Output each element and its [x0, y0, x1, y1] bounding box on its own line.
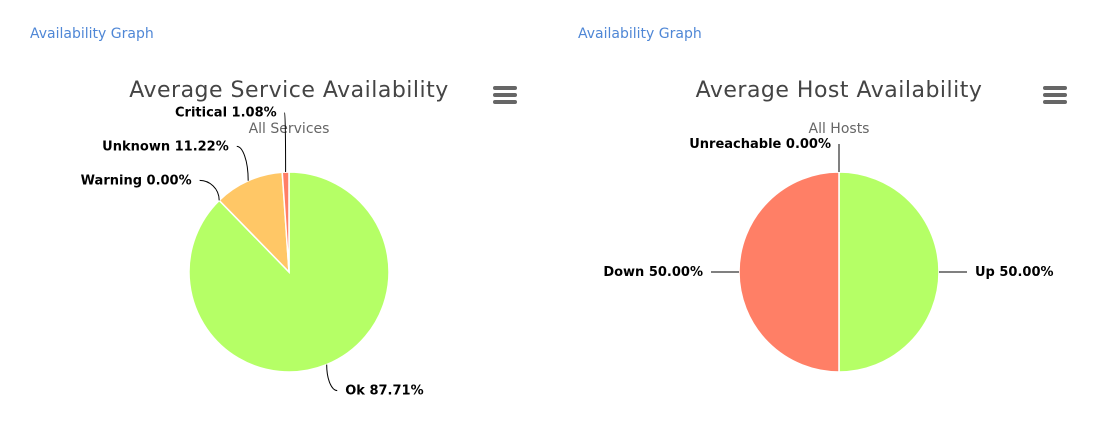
pie-slice-up[interactable]	[838, 171, 940, 373]
host-pie-chart: Up 50.00% Down 50.00% Unreachable 0.00%	[603, 137, 1054, 373]
host-availability-panel: Availability Graph Average Host Availabi…	[548, 0, 1096, 440]
label-connector	[199, 179, 220, 201]
slice-label-down: Down 50.00%	[603, 265, 703, 280]
slice-label-ok: Ok 87.71%	[345, 384, 423, 399]
slice-label-unreachable: Unreachable 0.00%	[689, 137, 831, 152]
service-pie-chart: Ok 87.71% Warning 0.00% Unknown 11.22% Crit…	[81, 105, 424, 399]
slice-label-unknown: Unknown 11.22%	[102, 139, 229, 154]
label-connector	[236, 145, 249, 181]
pie-slice-down[interactable]	[738, 171, 840, 373]
slice-label-warning: Warning 0.00%	[81, 173, 192, 188]
label-connector	[326, 364, 338, 392]
service-availability-panel: Availability Graph Average Service Avail…	[0, 0, 548, 440]
label-connector	[284, 111, 287, 173]
slice-label-critical: Critical 1.08%	[175, 105, 277, 120]
slice-label-up: Up 50.00%	[975, 265, 1054, 280]
